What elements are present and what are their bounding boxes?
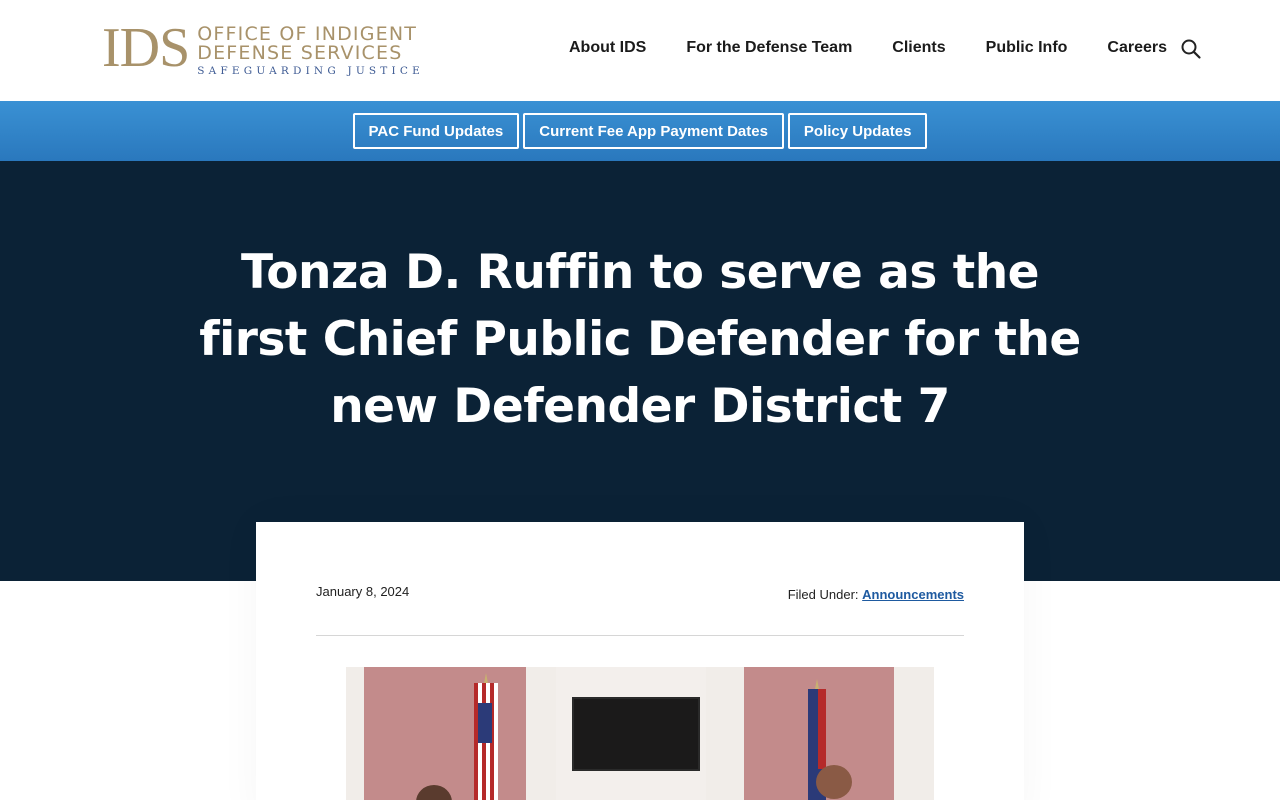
article-card: January 8, 2024 Filed Under: Announcemen…: [256, 522, 1024, 800]
ids-logo[interactable]: IDS OFFICE OF INDIGENT DEFENSE SERVICES …: [102, 17, 424, 79]
nav-clients[interactable]: Clients: [892, 38, 945, 58]
logo-text: OFFICE OF INDIGENT DEFENSE SERVICES SAFE…: [197, 22, 424, 78]
hero-banner: Tonza D. Ruffin to serve as the first Ch…: [0, 161, 1280, 581]
logo-line-2: DEFENSE SERVICES: [197, 42, 403, 64]
nav-public-info[interactable]: Public Info: [986, 38, 1068, 58]
site-header: IDS OFFICE OF INDIGENT DEFENSE SERVICES …: [0, 0, 1280, 101]
photo-wall: [364, 667, 526, 800]
nav-for-the-defense-team[interactable]: For the Defense Team: [686, 38, 852, 58]
policy-updates-button[interactable]: Policy Updates: [787, 113, 928, 149]
photo-television: [572, 697, 700, 771]
pac-fund-updates-button[interactable]: PAC Fund Updates: [352, 113, 520, 149]
search-icon[interactable]: [1180, 38, 1202, 60]
page-title: Tonza D. Ruffin to serve as the first Ch…: [199, 245, 1081, 434]
photo-column: [526, 667, 556, 800]
filed-under-label: Filed Under:: [787, 587, 859, 602]
photo-column: [346, 667, 364, 800]
category-link-announcements[interactable]: Announcements: [862, 587, 964, 602]
filed-under: Filed Under: Announcements: [788, 587, 964, 602]
fee-app-payment-dates-button[interactable]: Current Fee App Payment Dates: [523, 113, 784, 149]
meta-divider: [316, 635, 964, 636]
main-nav: About IDS For the Defense Team Clients P…: [569, 38, 1167, 58]
logo-mark: IDS: [102, 17, 190, 79]
article-photo: [346, 667, 934, 800]
us-flag-icon: [474, 673, 498, 800]
photo-column: [706, 667, 744, 800]
photo-column: [894, 667, 934, 800]
nav-about-ids[interactable]: About IDS: [569, 38, 646, 58]
logo-tagline: SAFEGUARDING JUSTICE: [197, 65, 424, 77]
person: [816, 765, 852, 799]
nav-careers[interactable]: Careers: [1107, 38, 1167, 58]
quick-links-bar: PAC Fund Updates Current Fee App Payment…: [0, 101, 1280, 161]
article-date: January 8, 2024: [316, 584, 410, 599]
